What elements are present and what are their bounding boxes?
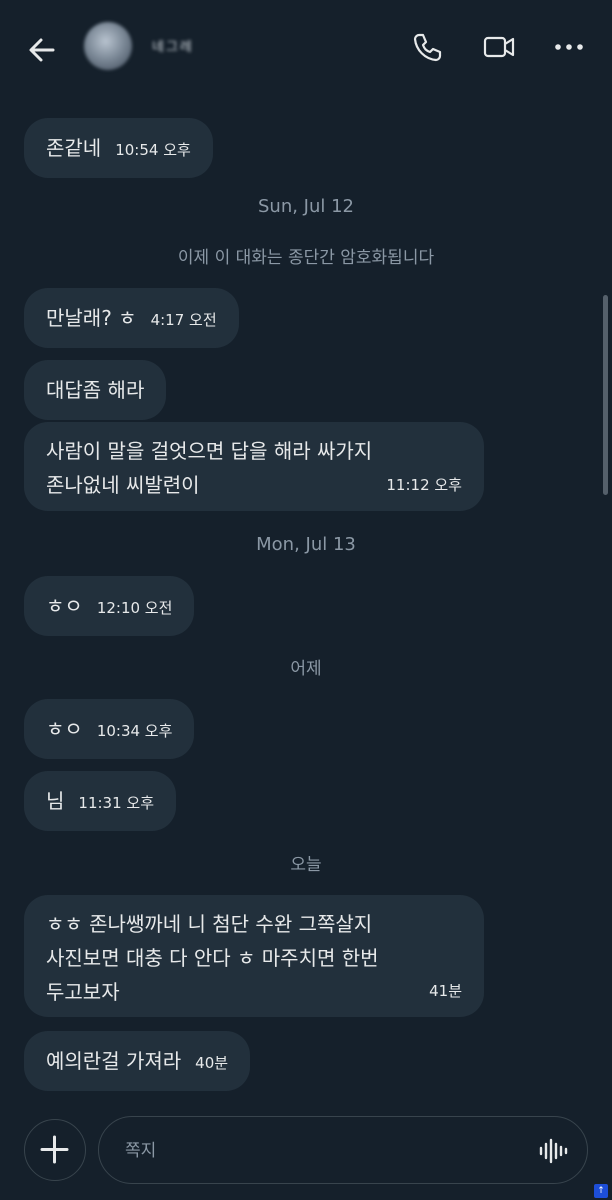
message-text: 예의란걸 가져라 <box>46 1049 182 1073</box>
message-text: 존같네 <box>46 136 102 160</box>
avatar[interactable] <box>84 22 132 70</box>
info-badge-icon: ↑ <box>594 1184 608 1198</box>
message-composer <box>98 1116 588 1184</box>
message-bubble[interactable]: 사람이 말을 걸엇으면 답을 해라 싸가지 존나없네 씨발련이 11:12 오후 <box>24 422 484 511</box>
more-horizontal-icon <box>555 44 583 50</box>
message-text: 만날래? ㅎ <box>46 306 137 330</box>
message-bubble[interactable]: 만날래? ㅎ 4:17 오전 <box>24 288 239 348</box>
message-bubble[interactable]: 님 11:31 오후 <box>24 771 177 831</box>
message-text: 님 <box>46 789 65 813</box>
message-bubble[interactable]: ㅎㅎ 존나쌩까네 니 첨단 수완 그쪽살지 사진보면 대충 다 안다 ㅎ 마주치… <box>24 895 484 1017</box>
message-time: 11:12 오후 <box>386 476 462 494</box>
plus-icon <box>40 1135 69 1164</box>
more-options-button[interactable] <box>552 30 586 64</box>
message-text: 대답좀 해라 <box>46 378 145 402</box>
message-bubble[interactable]: ㅎㅇ 12:10 오전 <box>24 576 195 636</box>
message-text-line: ㅎㅎ 존나쌩까네 니 첨단 수완 그쪽살지 <box>46 912 373 936</box>
date-separator: 어제 <box>290 659 322 679</box>
message-time: 40분 <box>195 1054 229 1072</box>
message-text: ㅎㅇ <box>46 717 83 741</box>
call-button[interactable] <box>410 30 444 64</box>
phone-icon <box>413 33 442 62</box>
message-time: 11:31 오후 <box>78 794 155 812</box>
date-separator: Mon, Jul 13 <box>256 534 356 555</box>
message-text-line: 두고보자 <box>46 980 120 1004</box>
voice-waveform-icon <box>539 1138 568 1164</box>
message-time: 4:17 오전 <box>150 311 217 329</box>
message-input[interactable] <box>123 1137 527 1165</box>
message-bubble[interactable]: 존같네 10:54 오후 <box>24 118 213 178</box>
message-time: 10:54 오후 <box>115 141 191 159</box>
date-separator: Sun, Jul 12 <box>257 196 355 217</box>
message-text-line: 사람이 말을 걸엇으면 답을 해라 싸가지 <box>46 439 373 463</box>
scrollbar[interactable] <box>603 295 608 495</box>
message-time: 12:10 오전 <box>96 599 173 617</box>
date-separator: 오늘 <box>290 855 322 875</box>
message-time: 41분 <box>429 982 462 1000</box>
message-time: 10:34 오후 <box>96 722 173 740</box>
encryption-notice: 이제 이 대화는 종단간 암호화됩니다 <box>177 248 435 268</box>
back-button[interactable] <box>26 34 58 66</box>
message-bubble[interactable]: 대답좀 해라 <box>24 360 167 420</box>
arrow-left-icon <box>29 38 55 62</box>
message-text: ㅎㅇ <box>46 594 83 618</box>
add-media-button[interactable] <box>24 1119 86 1181</box>
message-text-line: 사진보면 대충 다 안다 ㅎ 마주치면 한번 <box>46 946 379 970</box>
conversation-header: 네그레 <box>0 0 612 100</box>
contact-name[interactable]: 네그레 <box>152 36 222 56</box>
video-call-button[interactable] <box>482 30 516 64</box>
video-camera-icon <box>483 36 515 58</box>
message-bubble[interactable]: 예의란걸 가져라 40분 <box>24 1031 251 1091</box>
voice-message-button[interactable] <box>537 1137 569 1165</box>
message-bubble[interactable]: ㅎㅇ 10:34 오후 <box>24 699 195 759</box>
